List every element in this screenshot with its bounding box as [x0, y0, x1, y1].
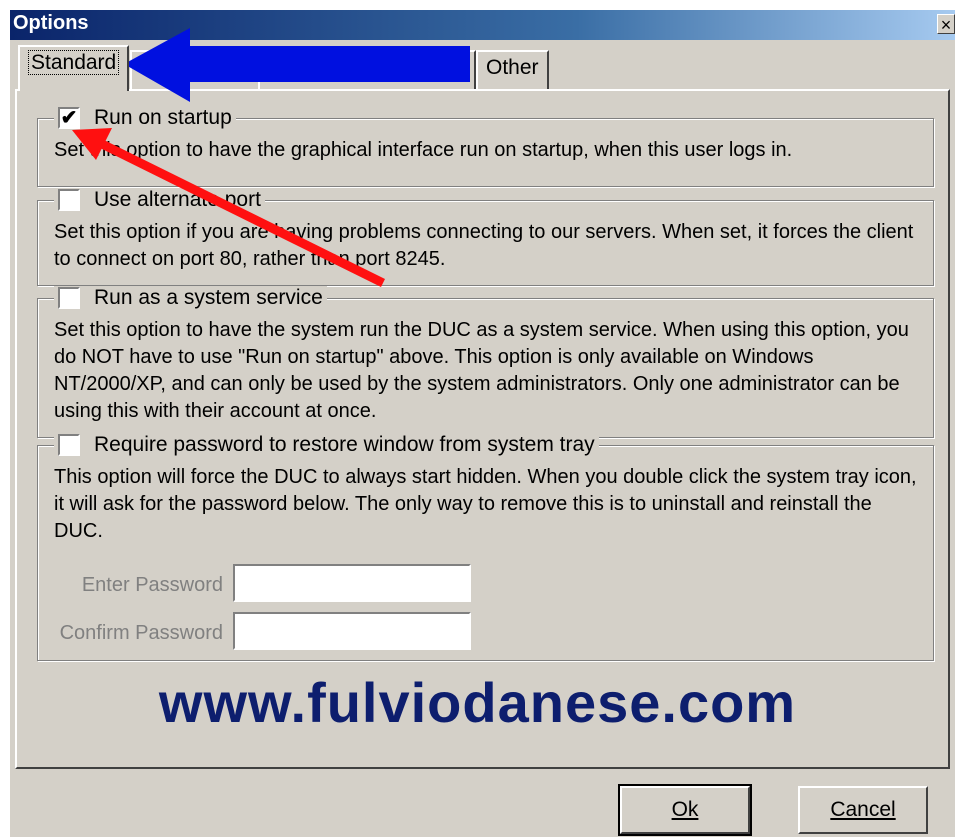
tab-standard-label: Standard — [28, 50, 120, 75]
tab-standard[interactable]: Standard — [18, 45, 130, 91]
annotation-overlay — [72, 28, 470, 288]
red-arrow-shaft — [98, 138, 385, 288]
blue-arrow — [124, 28, 470, 102]
